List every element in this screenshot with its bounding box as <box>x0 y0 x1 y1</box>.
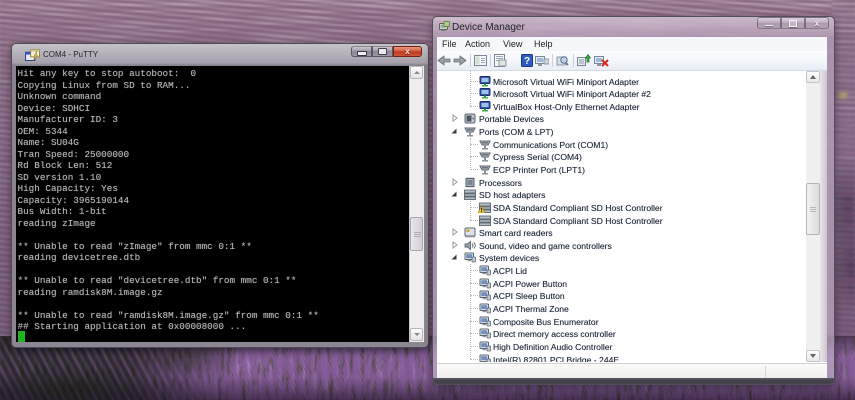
svg-text:?: ? <box>524 56 530 67</box>
